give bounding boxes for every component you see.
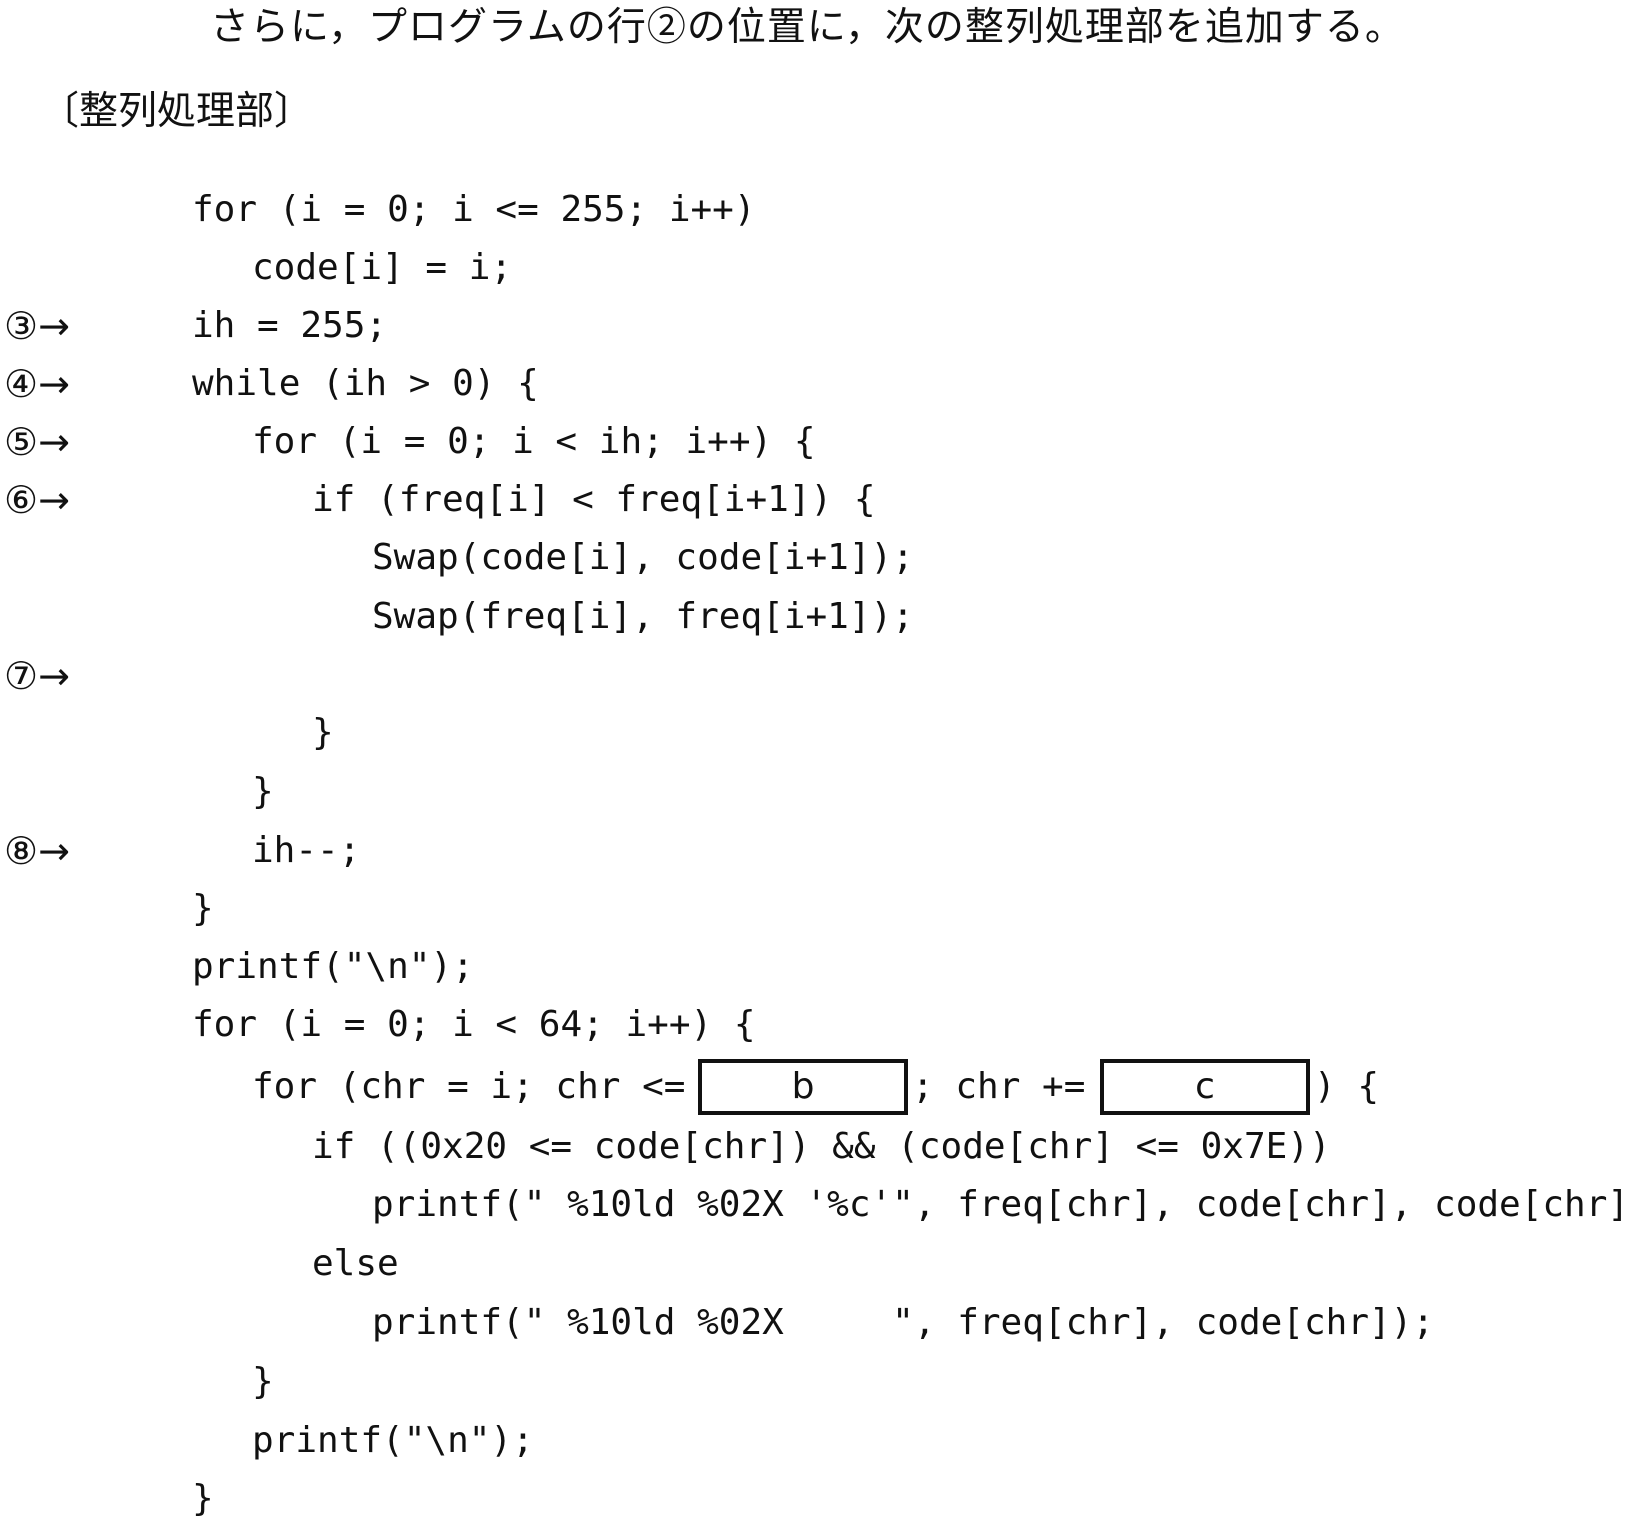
code-line-5: for (i = 0; i < ih; i++) { xyxy=(252,421,816,462)
code-line-if-printable: if ((0x20 <= code[chr]) && (code[chr] <=… xyxy=(312,1126,1331,1167)
code-line-ih-decrement: ih--; xyxy=(252,830,361,871)
code-line-2: code[i] = i; xyxy=(252,247,513,288)
code-line-printf-char: printf(" %10ld %02X '%c'", freq[chr], co… xyxy=(372,1184,1625,1225)
code-line-4: while (ih > 0) { xyxy=(192,363,539,404)
code-line-printf-newline-1: printf("\n"); xyxy=(192,946,474,987)
line-marker-3: ③→ xyxy=(4,304,70,348)
line-marker-4: ④→ xyxy=(4,362,70,406)
line-marker-7: ⑦→ xyxy=(4,654,70,698)
code-line-inner-for-end: ) { xyxy=(1314,1066,1380,1107)
code-line-close-for: } xyxy=(252,771,274,812)
section-heading: 〔整列処理部〕 xyxy=(40,89,314,134)
code-line-else: else xyxy=(312,1243,399,1284)
code-line-close-outer-for: } xyxy=(192,1478,214,1519)
code-line-3: ih = 255; xyxy=(192,305,388,346)
code-line-8: Swap(freq[i], freq[i+1]); xyxy=(372,596,914,637)
blank-box-c: c xyxy=(1100,1059,1310,1115)
code-line-printf-newline-2: printf("\n"); xyxy=(252,1420,534,1461)
code-line-1: for (i = 0; i <= 255; i++) xyxy=(192,189,756,230)
code-line-close-inner-for: } xyxy=(252,1361,274,1402)
line-marker-5: ⑤→ xyxy=(4,420,70,464)
code-line-7: Swap(code[i], code[i+1]); xyxy=(372,537,914,578)
blank-box-b: b xyxy=(698,1059,908,1115)
intro-text: さらに，プログラムの行②の位置に，次の整列処理部を追加する。 xyxy=(210,5,1405,50)
code-line-close-if: } xyxy=(312,712,334,753)
code-line-printf-nochar: printf(" %10ld %02X ", freq[chr], code[c… xyxy=(372,1302,1435,1343)
code-line-6: if (freq[i] < freq[i+1]) { xyxy=(312,479,876,520)
line-marker-6: ⑥→ xyxy=(4,478,70,522)
line-marker-8: ⑧→ xyxy=(4,829,70,873)
code-line-inner-for-mid: ; chr += xyxy=(912,1066,1086,1107)
code-line-outer-for: for (i = 0; i < 64; i++) { xyxy=(192,1004,756,1045)
code-line-close-while: } xyxy=(192,888,214,929)
code-line-inner-for-start: for (chr = i; chr <= xyxy=(252,1066,686,1107)
